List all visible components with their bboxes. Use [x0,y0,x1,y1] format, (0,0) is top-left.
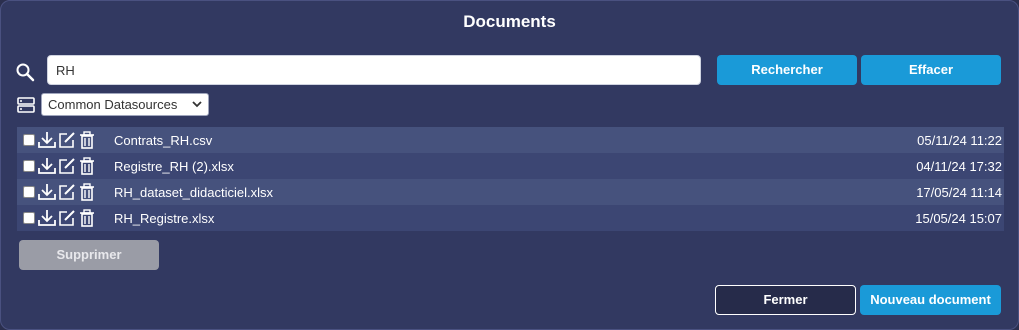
file-name[interactable]: Contrats_RH.csv [114,133,917,148]
download-icon[interactable] [38,157,56,175]
file-list: Contrats_RH.csv 05/11/24 11:22 Registre_… [17,127,1004,231]
file-date: 04/11/24 17:32 [916,158,1002,174]
file-row: RH_dataset_didacticiel.xlsx 17/05/24 11:… [17,179,1004,205]
search-icon [16,63,35,82]
file-checkbox[interactable] [23,134,35,146]
file-name[interactable]: Registre_RH (2).xlsx [114,159,916,174]
dialog-title: Documents [463,12,556,31]
file-date: 15/05/24 15:07 [915,210,1002,226]
file-date: 05/11/24 11:22 [917,132,1002,148]
file-checkbox[interactable] [23,212,35,224]
file-checkbox[interactable] [23,186,35,198]
datasource-select[interactable]: Common Datasources [41,93,209,116]
trash-icon[interactable] [78,157,96,175]
close-button[interactable]: Fermer [715,285,856,315]
download-icon[interactable] [38,209,56,227]
file-name[interactable]: RH_dataset_didacticiel.xlsx [114,185,916,200]
trash-icon[interactable] [78,209,96,227]
download-icon[interactable] [38,183,56,201]
file-date: 17/05/24 11:14 [916,184,1002,200]
trash-icon[interactable] [78,131,96,149]
documents-dialog: Documents Rechercher Effacer Common Data… [0,0,1019,330]
search-button[interactable]: Rechercher [717,55,857,85]
edit-icon[interactable] [58,157,76,175]
new-document-button[interactable]: Nouveau document [860,285,1001,315]
search-input[interactable] [47,55,701,85]
file-row: Contrats_RH.csv 05/11/24 11:22 [17,127,1004,153]
datasource-selected-value: Common Datasources [48,97,178,112]
trash-icon[interactable] [78,183,96,201]
database-icon [17,97,35,113]
edit-icon[interactable] [58,131,76,149]
file-row: Registre_RH (2).xlsx 04/11/24 17:32 [17,153,1004,179]
clear-button[interactable]: Effacer [861,55,1001,85]
edit-icon[interactable] [58,183,76,201]
download-icon[interactable] [38,131,56,149]
file-checkbox[interactable] [23,160,35,172]
delete-button[interactable]: Supprimer [19,240,159,270]
file-row: RH_Registre.xlsx 15/05/24 15:07 [17,205,1004,231]
chevron-down-icon [192,101,202,108]
file-name[interactable]: RH_Registre.xlsx [114,211,915,226]
edit-icon[interactable] [58,209,76,227]
